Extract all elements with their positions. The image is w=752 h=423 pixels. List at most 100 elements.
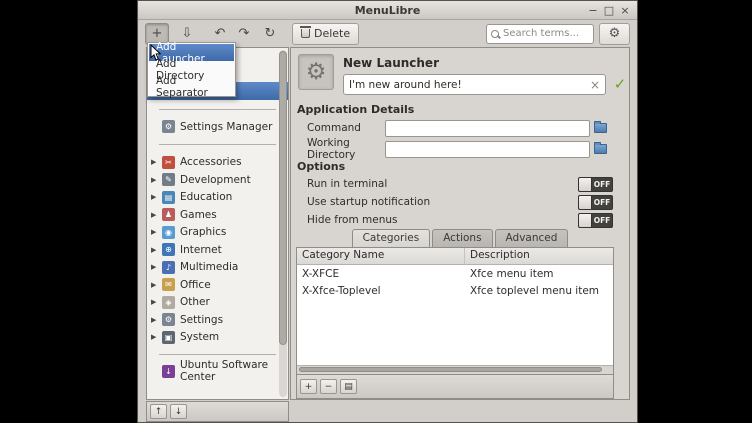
undo-icon: ↶ [215, 26, 226, 41]
expander-icon[interactable]: ▶ [151, 246, 162, 254]
confirm-name-button[interactable]: ✓ [611, 75, 629, 93]
add-category-button[interactable]: + [300, 379, 317, 394]
search-box [486, 24, 594, 44]
trash-icon [301, 29, 310, 38]
launcher-editor-panel: ⚙ New Launcher × ✓ Application Details C… [290, 47, 630, 400]
menu-item-add-separator[interactable]: Add Separator [149, 78, 234, 95]
working-directory-input[interactable] [386, 147, 589, 162]
table-row[interactable]: X-Xfce-Toplevel Xfce toplevel menu item [297, 283, 613, 301]
check-icon: ✓ [614, 75, 627, 93]
clear-name-icon[interactable]: × [586, 79, 600, 91]
expander-icon[interactable]: ▶ [151, 193, 162, 201]
internet-icon: ⊕ [162, 243, 175, 256]
tab-actions[interactable]: Actions [432, 229, 492, 247]
sidebar-item-graphics[interactable]: ▶ ◉ Graphics [147, 224, 288, 242]
editor-tabs: Categories Actions Advanced [291, 229, 629, 247]
minimize-button[interactable]: − [585, 4, 601, 17]
working-directory-row: Working Directory [297, 140, 619, 158]
settings-menu-button[interactable]: ⚙ [599, 23, 630, 45]
command-input[interactable] [386, 126, 589, 141]
table-horizontal-scrollbar[interactable] [297, 365, 613, 374]
sidebar-scrollbar-thumb[interactable] [279, 51, 287, 345]
gear-icon: ⚙ [609, 26, 621, 41]
move-up-button[interactable]: ↑ [150, 404, 167, 419]
move-down-button[interactable]: ↓ [170, 404, 187, 419]
table-header: Category Name Description [297, 248, 613, 265]
sidebar-item-settings-manager[interactable]: ⚙ Settings Manager [147, 118, 288, 136]
expander-icon[interactable]: ▶ [151, 333, 162, 341]
expander-icon[interactable]: ▶ [151, 281, 162, 289]
sidebar-item-accessories[interactable]: ▶ ✂ Accessories [147, 154, 288, 172]
save-icon: ⇩ [182, 26, 193, 41]
browse-command-button[interactable] [594, 123, 607, 133]
sidebar-item-internet[interactable]: ▶ ⊕ Internet [147, 241, 288, 259]
remove-category-button[interactable]: − [320, 379, 337, 394]
mouse-cursor-icon [150, 44, 162, 66]
tab-advanced[interactable]: Advanced [495, 229, 569, 247]
expander-icon[interactable]: ▶ [151, 228, 162, 236]
expander-icon[interactable]: ▶ [151, 298, 162, 306]
revert-button[interactable]: ↻ [258, 23, 282, 45]
launcher-icon-button[interactable]: ⚙ [298, 54, 334, 90]
launcher-name-box: × [343, 74, 606, 95]
table-row[interactable]: X-XFCE Xfce menu item [297, 265, 613, 283]
arrow-down-icon: ↓ [175, 407, 183, 417]
run-in-terminal-switch[interactable]: OFF [578, 177, 613, 192]
list-icon: ▤ [344, 382, 353, 392]
titlebar[interactable]: MenuLibre − □ × [138, 1, 637, 20]
menulibre-window: MenuLibre − □ × + ⇩ ↶ ↷ ↻ [137, 0, 638, 423]
sidebar-scrollbar[interactable] [279, 50, 287, 397]
switch-knob [579, 196, 592, 209]
sidebar-item-multimedia[interactable]: ▶ ♪ Multimedia [147, 259, 288, 277]
browse-directory-button[interactable] [594, 144, 607, 154]
expander-icon[interactable]: ▶ [151, 316, 162, 324]
education-icon: ▤ [162, 191, 175, 204]
graphics-icon: ◉ [162, 226, 175, 239]
plus-icon: + [152, 26, 163, 41]
sidebar-item-system[interactable]: ▶ ▣ System [147, 329, 288, 347]
window-title: MenuLibre [355, 4, 421, 17]
column-description[interactable]: Description [465, 248, 613, 264]
sidebar-separator [147, 100, 288, 118]
expander-icon[interactable]: ▶ [151, 158, 162, 166]
hide-from-menus-switch[interactable]: OFF [578, 213, 613, 228]
sidebar-item-office[interactable]: ▶ ✉ Office [147, 276, 288, 294]
maximize-button[interactable]: □ [601, 4, 617, 17]
delete-button[interactable]: Delete [292, 23, 359, 45]
close-button[interactable]: × [617, 4, 633, 17]
switch-knob [579, 178, 592, 191]
table-scrollbar-thumb[interactable] [299, 367, 602, 372]
sidebar-item-settings[interactable]: ▶ ⚙ Settings [147, 311, 288, 329]
sidebar-item-games[interactable]: ▶ ♟ Games [147, 206, 288, 224]
launcher-gear-icon: ⚙ [306, 59, 327, 85]
search-icon [491, 30, 499, 38]
column-category-name[interactable]: Category Name [297, 248, 465, 264]
sidebar-item-software-center[interactable]: ↓ Ubuntu Software Center [147, 362, 288, 380]
settings-manager-icon: ⚙ [162, 120, 175, 133]
launcher-name-input[interactable] [349, 79, 586, 91]
expander-icon[interactable]: ▶ [151, 176, 162, 184]
multimedia-icon: ♪ [162, 261, 175, 274]
expander-icon[interactable]: ▶ [151, 211, 162, 219]
startup-notification-row: Use startup notification OFF [297, 194, 613, 210]
tab-categories[interactable]: Categories [352, 229, 431, 247]
minus-icon: − [325, 382, 333, 392]
expander-icon[interactable]: ▶ [151, 263, 162, 271]
hide-from-menus-row: Hide from menus OFF [297, 212, 613, 228]
sidebar-item-other[interactable]: ▶ ◈ Other [147, 294, 288, 312]
sidebar-item-development[interactable]: ▶ ✎ Development [147, 171, 288, 189]
table-empty-area [297, 300, 613, 365]
menu-tree-sidebar: ⚙ Settings Manager ▶ ✂ Accessories ▶ ✎ D… [146, 47, 289, 400]
application-details-heading: Application Details [297, 103, 414, 116]
redo-icon: ↷ [239, 26, 250, 41]
startup-notification-switch[interactable]: OFF [578, 195, 613, 210]
other-icon: ◈ [162, 296, 175, 309]
sidebar-item-education[interactable]: ▶ ▤ Education [147, 189, 288, 207]
search-input[interactable] [503, 28, 589, 39]
clear-categories-button[interactable]: ▤ [340, 379, 357, 394]
working-directory-entry-box [385, 141, 590, 158]
refresh-icon: ↻ [265, 26, 276, 41]
office-icon: ✉ [162, 278, 175, 291]
delete-label: Delete [314, 27, 350, 40]
software-center-icon: ↓ [162, 365, 175, 378]
